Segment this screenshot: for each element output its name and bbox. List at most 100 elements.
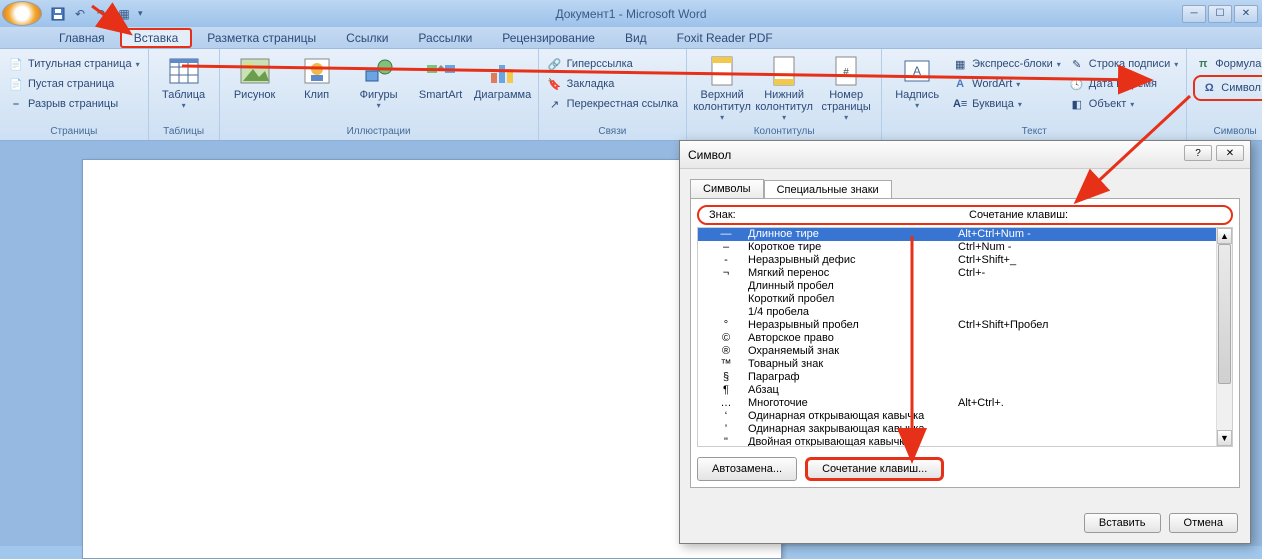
tab-insert[interactable]: Вставка	[120, 28, 193, 48]
row-shortcut: Ctrl+-	[958, 267, 1210, 280]
minimize-button[interactable]: ─	[1182, 5, 1206, 23]
row-symbol: §	[704, 371, 748, 384]
office-button[interactable]	[2, 1, 42, 26]
list-item[interactable]: "Двойная открывающая кавычка	[698, 436, 1216, 447]
list-item[interactable]: …МноготочиеAlt+Ctrl+.	[698, 397, 1216, 410]
row-name: Авторское право	[748, 332, 958, 345]
group-tables: Таблица Таблицы	[149, 49, 220, 140]
header-sign: Знак:	[709, 209, 969, 221]
list-item[interactable]: Короткий пробел	[698, 293, 1216, 306]
autocorrect-button[interactable]: Автозамена...	[697, 457, 797, 481]
row-symbol: —	[704, 228, 748, 241]
list-item[interactable]: -Неразрывный дефисCtrl+Shift+_	[698, 254, 1216, 267]
row-name: Товарный знак	[748, 358, 958, 371]
dialog-help-button[interactable]: ?	[1184, 145, 1212, 161]
row-name: Длинный пробел	[748, 280, 958, 293]
wordart-button[interactable]: AWordArt	[950, 75, 1063, 93]
sigline-button[interactable]: ✎ Строка подписи	[1067, 55, 1180, 73]
header-label: Верхний колонтитул	[693, 89, 751, 113]
tab-view[interactable]: Вид	[610, 27, 662, 48]
hyperlink-button[interactable]: 🔗Гиперссылка	[545, 55, 681, 73]
dialog-tab-symbols[interactable]: Символы	[690, 179, 764, 198]
document-page[interactable]	[82, 159, 782, 559]
list-item[interactable]: ¬Мягкий переносCtrl+-	[698, 267, 1216, 280]
title-page-button[interactable]: 📄Титульная страница	[6, 55, 142, 73]
textbox-button[interactable]: AНадпись	[888, 51, 946, 110]
row-symbol: -	[704, 254, 748, 267]
list-item[interactable]: ’Одинарная закрывающая кавычка	[698, 423, 1216, 436]
list-scrollbar[interactable]: ▲ ▼	[1216, 228, 1232, 446]
group-links-label: Связи	[545, 126, 681, 138]
svg-text:A: A	[913, 64, 921, 78]
list-item[interactable]: §Параграф	[698, 371, 1216, 384]
header-button[interactable]: Верхний колонтитул	[693, 51, 751, 122]
list-item[interactable]: ©Авторское право	[698, 332, 1216, 345]
tab-mailings[interactable]: Рассылки	[403, 27, 487, 48]
quickparts-button[interactable]: ▦Экспресс-блоки	[950, 55, 1063, 73]
dropcap-button[interactable]: A≡Буквица	[950, 95, 1063, 113]
row-name: Двойная открывающая кавычка	[748, 436, 958, 447]
object-icon: ◧	[1069, 96, 1085, 112]
picture-button[interactable]: Рисунок	[226, 51, 284, 101]
row-symbol: "	[704, 436, 748, 447]
smartart-icon	[425, 55, 457, 87]
sigline-label: Строка подписи	[1089, 58, 1170, 70]
insert-button[interactable]: Вставить	[1084, 513, 1161, 533]
maximize-button[interactable]: ☐	[1208, 5, 1232, 23]
scroll-down-button[interactable]: ▼	[1217, 430, 1232, 446]
dialog-titlebar[interactable]: Символ ? ✕	[680, 141, 1250, 169]
clip-button[interactable]: Клип	[288, 51, 346, 101]
shortcut-button[interactable]: Сочетание клавиш...	[805, 457, 944, 481]
formula-button[interactable]: πФормула	[1193, 55, 1262, 73]
datetime-button[interactable]: 🕓Дата и время	[1067, 75, 1180, 93]
cancel-button[interactable]: Отмена	[1169, 513, 1238, 533]
chart-button[interactable]: Диаграмма	[474, 51, 532, 101]
list-item[interactable]: Длинный пробел	[698, 280, 1216, 293]
bookmark-button[interactable]: 🔖Закладка	[545, 75, 681, 93]
list-item[interactable]: —Длинное тиреAlt+Ctrl+Num -	[698, 228, 1216, 241]
group-pages: 📄Титульная страница 📄Пустая страница ⎯Ра…	[0, 49, 149, 140]
list-item[interactable]: ¶Абзац	[698, 384, 1216, 397]
header-shortcut: Сочетание клавиш:	[969, 209, 1221, 221]
list-item[interactable]: 1/4 пробела	[698, 306, 1216, 319]
pagenum-button[interactable]: #Номер страницы	[817, 51, 875, 122]
list-item[interactable]: –Короткое тиреCtrl+Num -	[698, 241, 1216, 254]
page-break-button[interactable]: ⎯Разрыв страницы	[6, 95, 142, 113]
footer-button[interactable]: Нижний колонтитул	[755, 51, 813, 122]
tab-references[interactable]: Ссылки	[331, 27, 403, 48]
smartart-button[interactable]: SmartArt	[412, 51, 470, 101]
close-button[interactable]: ✕	[1234, 5, 1258, 23]
row-shortcut	[958, 371, 1210, 384]
tab-layout[interactable]: Разметка страницы	[192, 27, 331, 48]
shapes-label: Фигуры	[360, 89, 398, 101]
dialog-close-button[interactable]: ✕	[1216, 145, 1244, 161]
list-item[interactable]: ‘Одинарная открывающая кавычка	[698, 410, 1216, 423]
qat-extra-icon[interactable]: ▦	[116, 6, 132, 22]
qat-dropdown-icon[interactable]: ▾	[138, 8, 146, 19]
redo-icon[interactable]: ↷	[94, 6, 110, 22]
dialog-tab-special[interactable]: Специальные знаки	[764, 180, 892, 199]
shapes-button[interactable]: Фигуры	[350, 51, 408, 110]
scroll-thumb[interactable]	[1218, 244, 1231, 384]
table-button[interactable]: Таблица	[155, 51, 213, 110]
list-item[interactable]: °Неразрывный пробелCtrl+Shift+Пробел	[698, 319, 1216, 332]
sigline-icon: ✎	[1069, 56, 1085, 72]
list-item[interactable]: ®Охраняемый знак	[698, 345, 1216, 358]
tab-review[interactable]: Рецензирование	[487, 27, 610, 48]
object-button[interactable]: ◧ Объект	[1067, 95, 1180, 113]
tab-home[interactable]: Главная	[44, 27, 120, 48]
symbol-button[interactable]: ΩСимвол	[1199, 79, 1262, 97]
ribbon-tabs: Главная Вставка Разметка страницы Ссылки…	[0, 27, 1262, 49]
scroll-up-button[interactable]: ▲	[1217, 228, 1232, 244]
undo-icon[interactable]: ↶	[72, 6, 88, 22]
blank-page-button[interactable]: 📄Пустая страница	[6, 75, 142, 93]
save-icon[interactable]	[50, 6, 66, 22]
row-shortcut: Ctrl+Num -	[958, 241, 1210, 254]
tab-foxit[interactable]: Foxit Reader PDF	[662, 27, 788, 48]
row-name: Длинное тире	[748, 228, 958, 241]
object-label: Объект	[1089, 98, 1126, 110]
crossref-button[interactable]: ↗Перекрестная ссылка	[545, 95, 681, 113]
crossref-label: Перекрестная ссылка	[567, 98, 679, 110]
special-chars-list[interactable]: —Длинное тиреAlt+Ctrl+Num -–Короткое тир…	[697, 227, 1233, 447]
list-item[interactable]: ™Товарный знак	[698, 358, 1216, 371]
